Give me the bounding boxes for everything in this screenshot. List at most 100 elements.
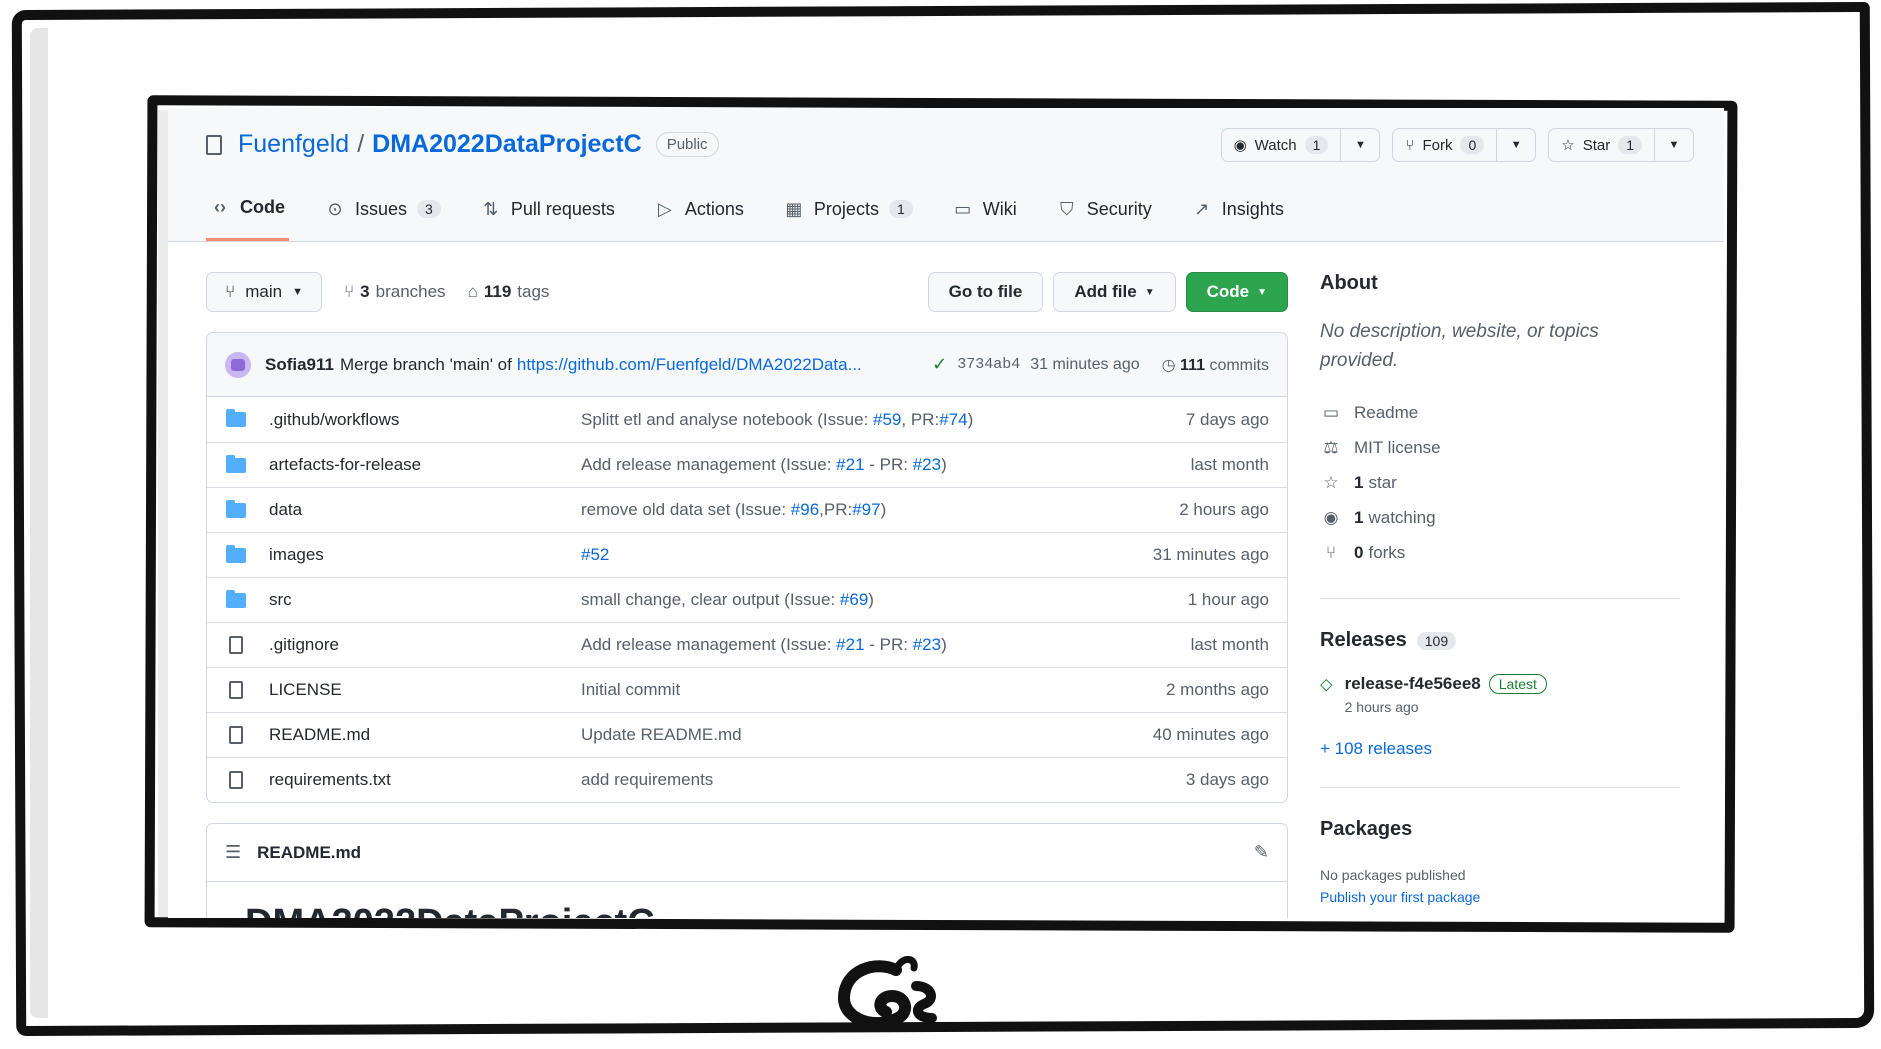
go-to-file-button[interactable]: Go to file: [927, 272, 1044, 312]
code-button[interactable]: Code ▼: [1185, 272, 1288, 312]
watch-count: 1: [1304, 136, 1329, 154]
commit-author[interactable]: Sofia911: [265, 355, 334, 375]
issue-link[interactable]: #96: [791, 500, 819, 519]
go-to-file-label: Go to file: [948, 282, 1023, 301]
repo-name-link[interactable]: DMA2022DataProjectC: [372, 130, 642, 159]
file-name-link[interactable]: src: [269, 590, 581, 610]
release-name[interactable]: release-f4e56ee8: [1345, 674, 1481, 694]
table-row[interactable]: .gitignore Add release management (Issue:…: [207, 622, 1287, 667]
about-item[interactable]: ◉ 1 watching: [1320, 500, 1680, 535]
issue-link[interactable]: #69: [840, 590, 868, 609]
file-name-link[interactable]: images: [269, 545, 581, 565]
about-item[interactable]: ⚖ MIT license: [1320, 430, 1680, 465]
tab-insights[interactable]: ↗ Insights: [1188, 197, 1288, 241]
watch-dropdown-button[interactable]: ▼: [1341, 129, 1379, 161]
branch-selector[interactable]: ⑂ main ▼: [206, 272, 322, 312]
file-name-link[interactable]: README.md: [269, 725, 581, 745]
file-name-link[interactable]: requirements.txt: [269, 770, 581, 790]
issue-link[interactable]: #59: [873, 410, 901, 429]
tags-link[interactable]: ⌂ 119 tags: [468, 282, 550, 302]
table-row[interactable]: README.md Update README.md 40 minutes ago: [207, 712, 1287, 757]
file-commit-message[interactable]: Add release management (Issue: #21 - PR:…: [581, 635, 1191, 655]
about-item[interactable]: ☆ 1 star: [1320, 465, 1680, 500]
about-item-label: star: [1368, 472, 1397, 492]
commits-link[interactable]: ◷ 111 commits: [1162, 355, 1269, 375]
table-row[interactable]: .github/workflows Splitt etl and analyse …: [207, 397, 1287, 442]
issue-link[interactable]: #52: [581, 545, 609, 564]
tab-counter: 1: [888, 200, 913, 218]
issue-link[interactable]: #21: [836, 635, 864, 654]
file-commit-message[interactable]: Add release management (Issue: #21 - PR:…: [581, 455, 1191, 475]
issue-link[interactable]: #23: [913, 455, 941, 474]
star-dropdown-button[interactable]: ▼: [1655, 129, 1693, 161]
more-releases-link[interactable]: + 108 releases: [1320, 739, 1680, 759]
file-commit-message[interactable]: Initial commit: [581, 680, 1166, 700]
issue-link[interactable]: #21: [836, 455, 864, 474]
branches-count: 3: [360, 282, 370, 301]
file-name-link[interactable]: artefacts-for-release: [269, 455, 581, 475]
file-name-link[interactable]: .gitignore: [269, 635, 581, 655]
divider: [1320, 787, 1680, 788]
tab-code[interactable]: ‹› Code: [206, 197, 289, 241]
repo-owner-link[interactable]: Fuenfgeld: [238, 130, 349, 159]
file-commit-message[interactable]: Update README.md: [581, 725, 1153, 745]
packages-empty-text: No packages published: [1320, 867, 1466, 883]
fork-dropdown-button[interactable]: ▼: [1497, 129, 1535, 161]
add-file-button[interactable]: Add file ▼: [1053, 272, 1176, 312]
issue-link[interactable]: #74: [939, 410, 967, 429]
table-row[interactable]: data remove old data set (Issue: #96,PR:#…: [207, 487, 1287, 532]
file-name-link[interactable]: LICENSE: [269, 680, 581, 700]
about-item[interactable]: ⑂ 0 forks: [1320, 535, 1680, 570]
releases-heading[interactable]: Releases: [1320, 629, 1407, 652]
tab-issues[interactable]: ⊙ Issues 3: [321, 197, 445, 241]
table-row[interactable]: LICENSE Initial commit 2 months ago: [207, 667, 1287, 712]
file-toolbar: ⑂ main ▼ ⑂ 3 branches ⌂ 119 tags Go to f…: [206, 272, 1288, 312]
file-name-link[interactable]: data: [269, 500, 581, 520]
issue-link[interactable]: #97: [852, 500, 880, 519]
list-icon[interactable]: ☰: [225, 842, 241, 863]
avatar[interactable]: [225, 351, 251, 378]
file-commit-message[interactable]: add requirements: [581, 770, 1186, 790]
tab-security[interactable]: ⛉ Security: [1053, 197, 1156, 241]
star-icon: ☆: [1323, 472, 1339, 492]
about-item-label: forks: [1368, 542, 1406, 562]
star-count: 1: [1618, 136, 1642, 154]
table-row[interactable]: requirements.txt add requirements 3 days a…: [207, 757, 1287, 802]
check-icon[interactable]: ✓: [932, 354, 947, 375]
commit-message-link[interactable]: https://github.com/Fuenfgeld/DMA2022Data…: [517, 355, 862, 375]
branch-icon: ⑂: [225, 282, 236, 301]
tab-wiki[interactable]: ▭ Wiki: [949, 197, 1021, 241]
table-row[interactable]: src small change, clear output (Issue: #6…: [207, 577, 1287, 622]
commit-message[interactable]: Merge branch 'main' of: [340, 355, 512, 375]
commit-sha[interactable]: 3734ab4: [957, 356, 1020, 373]
readme-header: ☰ README.md ✎: [207, 824, 1287, 882]
about-item-label: MIT license: [1354, 437, 1441, 457]
commit-text: Splitt etl and analyse notebook (Issue:: [581, 409, 874, 429]
table-row[interactable]: artefacts-for-release Add release managem…: [207, 442, 1287, 487]
pencil-icon[interactable]: ✎: [1254, 842, 1269, 863]
file-commit-message[interactable]: #52: [581, 545, 1153, 565]
watch-label: Watch: [1254, 136, 1297, 154]
file-name-link[interactable]: .github/workflows: [269, 410, 581, 430]
packages-heading[interactable]: Packages: [1320, 818, 1680, 841]
readme-title: DMA2022DataProjectC: [207, 882, 1287, 918]
branches-link[interactable]: ⑂ 3 branches: [344, 282, 446, 302]
tab-actions[interactable]: ▷ Actions: [651, 197, 748, 241]
file-commit-message[interactable]: remove old data set (Issue: #96,PR:#97): [581, 500, 1179, 520]
fork-button[interactable]: ⑂ Fork 0: [1393, 129, 1498, 161]
tab-projects[interactable]: ▦ Projects 1: [780, 197, 917, 241]
watch-button[interactable]: ◉ Watch 1: [1222, 129, 1342, 161]
file-list: Sofia911 Merge branch 'main' of https://…: [206, 332, 1288, 803]
tab-pull-requests[interactable]: ⇅ Pull requests: [477, 197, 619, 241]
table-row[interactable]: images #52 31 minutes ago: [207, 532, 1287, 577]
latest-release[interactable]: ⬦ release-f4e56ee8 Latest 2 hours ago: [1320, 674, 1680, 715]
issue-link[interactable]: #23: [913, 635, 941, 654]
file-commit-message[interactable]: Splitt etl and analyse notebook (Issue: …: [581, 410, 1186, 430]
file-commit-message[interactable]: small change, clear output (Issue: #69): [581, 590, 1188, 610]
publish-package-link[interactable]: Publish your first package: [1320, 889, 1680, 905]
about-item[interactable]: ▭ Readme: [1320, 395, 1680, 430]
file-age: 31 minutes ago: [1152, 545, 1269, 564]
repo-tabs: ‹› Code ⊙ Issues 3 ⇅ Pull requests ▷ Act…: [206, 197, 1288, 241]
star-button[interactable]: ☆ Star 1: [1549, 129, 1655, 161]
play-icon: ▷: [657, 198, 672, 219]
